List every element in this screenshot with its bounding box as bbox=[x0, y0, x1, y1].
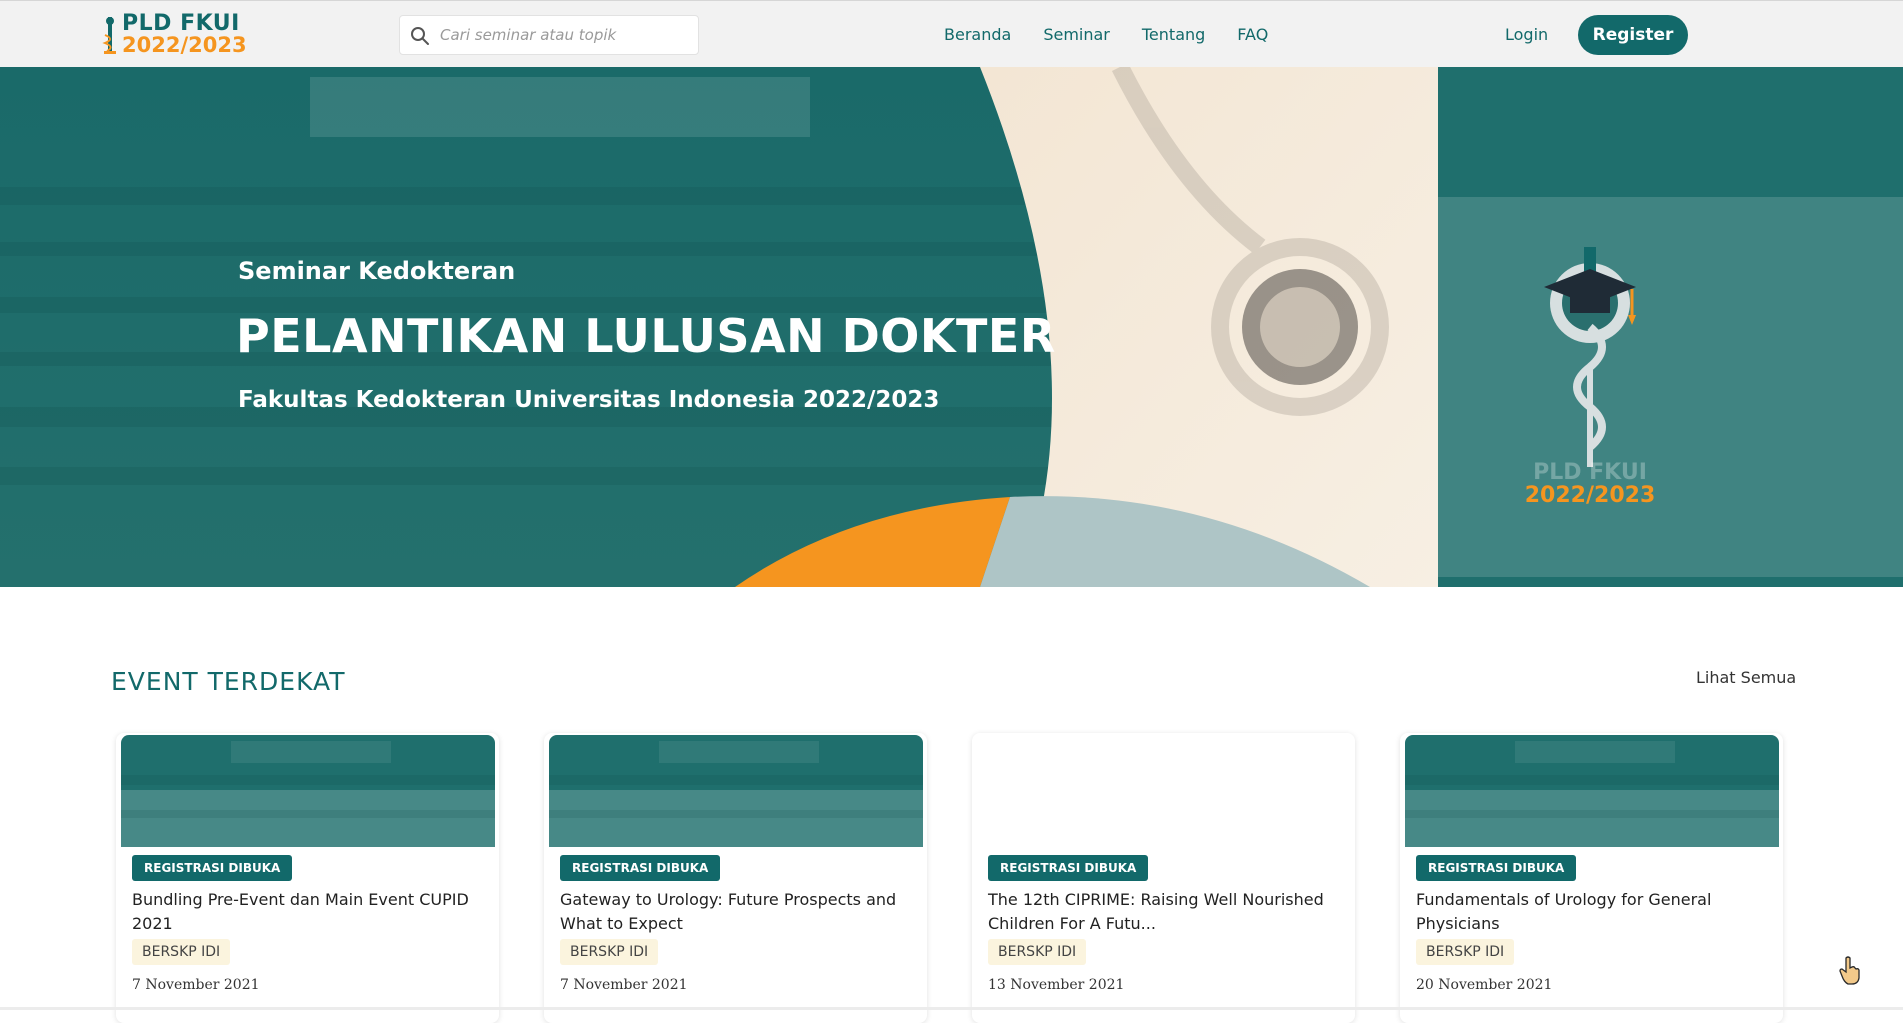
skp-tag: BERSKP IDI bbox=[132, 939, 231, 965]
event-card-image bbox=[121, 735, 495, 847]
event-date: 7 November 2021 bbox=[560, 977, 688, 993]
hero-faculty: Fakultas Kedokteran Universitas Indonesi… bbox=[238, 387, 940, 413]
nav-link-beranda[interactable]: Beranda bbox=[944, 25, 1011, 44]
hero-banner: Seminar Kedokteran PELANTIKAN LULUSAN DO… bbox=[0, 67, 1903, 587]
login-link[interactable]: Login bbox=[1505, 1, 1548, 68]
event-title[interactable]: Bundling Pre-Event dan Main Event CUPID … bbox=[132, 888, 482, 936]
event-card[interactable]: REGISTRASI DIBUKA The 12th CIPRIME: Rais… bbox=[972, 733, 1355, 1023]
event-title[interactable]: Fundamentals of Urology for General Phys… bbox=[1416, 888, 1766, 936]
hero-badge-text: PLD FKUI bbox=[1533, 460, 1647, 485]
hero-subtitle: Seminar Kedokteran bbox=[238, 257, 516, 285]
skp-tag: BERSKP IDI bbox=[988, 939, 1087, 965]
nav-link-faq[interactable]: FAQ bbox=[1237, 25, 1268, 44]
status-badge: REGISTRASI DIBUKA bbox=[988, 855, 1149, 881]
top-navbar: PLD FKUI 2022/2023 Beranda Seminar Tenta… bbox=[0, 0, 1903, 67]
site-logo[interactable]: PLD FKUI 2022/2023 bbox=[102, 11, 247, 57]
event-date: 7 November 2021 bbox=[132, 977, 260, 993]
status-badge: REGISTRASI DIBUKA bbox=[560, 855, 721, 881]
event-card[interactable]: REGISTRASI DIBUKA Fundamentals of Urolog… bbox=[1400, 733, 1783, 1023]
event-title[interactable]: Gateway to Urology: Future Prospects and… bbox=[560, 888, 910, 936]
event-card-image-placeholder bbox=[977, 735, 1351, 847]
event-card-image bbox=[1405, 735, 1779, 847]
hand-pointer-icon bbox=[1839, 956, 1860, 985]
event-card-image bbox=[549, 735, 923, 847]
event-card[interactable]: REGISTRASI DIBUKA Gateway to Urology: Fu… bbox=[544, 733, 927, 1023]
search-box[interactable] bbox=[399, 15, 699, 55]
status-badge: REGISTRASI DIBUKA bbox=[132, 855, 293, 881]
section-title: EVENT TERDEKAT bbox=[111, 667, 346, 696]
register-button[interactable]: Register bbox=[1578, 15, 1688, 55]
search-icon bbox=[411, 27, 429, 45]
skp-tag: BERSKP IDI bbox=[1416, 939, 1515, 965]
logo-text-year: 2022/2023 bbox=[122, 33, 247, 57]
nav-link-tentang[interactable]: Tentang bbox=[1142, 25, 1205, 44]
hero-title: PELANTIKAN LULUSAN DOKTER bbox=[236, 309, 1056, 363]
logo-text-main: PLD FKUI bbox=[122, 11, 240, 36]
event-card[interactable]: REGISTRASI DIBUKA Bundling Pre-Event dan… bbox=[116, 733, 499, 1023]
main-nav: Beranda Seminar Tentang FAQ bbox=[944, 1, 1300, 68]
event-date: 20 November 2021 bbox=[1416, 977, 1553, 993]
event-date: 13 November 2021 bbox=[988, 977, 1125, 993]
status-badge: REGISTRASI DIBUKA bbox=[1416, 855, 1577, 881]
hero-badge-year: 2022/2023 bbox=[1524, 483, 1656, 508]
nav-link-seminar[interactable]: Seminar bbox=[1043, 25, 1110, 44]
see-all-link[interactable]: Lihat Semua bbox=[1696, 668, 1796, 687]
skp-tag: BERSKP IDI bbox=[560, 939, 659, 965]
logo-mark-icon bbox=[102, 17, 116, 54]
event-title[interactable]: The 12th CIPRIME: Raising Well Nourished… bbox=[988, 888, 1338, 936]
search-input[interactable] bbox=[440, 16, 690, 54]
